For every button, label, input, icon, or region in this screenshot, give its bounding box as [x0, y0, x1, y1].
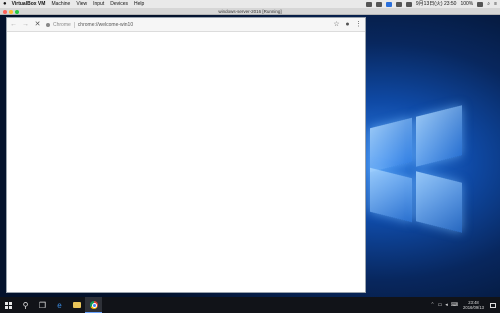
start-icon	[5, 301, 12, 309]
minimize-icon[interactable]	[9, 9, 13, 14]
search-icon[interactable]: ⚲	[17, 297, 34, 313]
scheme-label: Chrome	[53, 21, 71, 28]
datetime-text[interactable]: 9月13日(火) 23:50	[416, 0, 457, 8]
chrome-window: ← → ✕ Chrome chrome://welcome-win10 ☆ ● …	[6, 17, 366, 293]
menu-machine[interactable]: Machine	[51, 0, 70, 8]
battery-text[interactable]: 100%	[460, 0, 473, 8]
menu-devices[interactable]: Devices	[110, 0, 128, 8]
tray-chevron-icon[interactable]: ⌃	[430, 302, 434, 308]
spotlight-icon[interactable]: ⌕	[487, 0, 490, 8]
menu-help[interactable]: Help	[134, 0, 144, 8]
menu-view[interactable]: View	[76, 0, 87, 8]
zoom-icon[interactable]	[15, 9, 19, 14]
address-bar[interactable]: Chrome chrome://welcome-win10	[46, 20, 328, 29]
page-content[interactable]	[7, 32, 365, 292]
battery-icon[interactable]	[477, 1, 484, 7]
account-icon[interactable]: ●	[344, 21, 351, 28]
menu-list-icon[interactable]: ≡	[494, 0, 497, 8]
vm-window-title: windows-server-2016 [Running]	[218, 9, 282, 14]
omnibox-divider	[73, 21, 75, 28]
edge-icon[interactable]: e	[51, 297, 68, 313]
clock-date: 2016/09/13	[463, 305, 484, 310]
vm-window-titlebar: windows-server-2016 [Running]	[0, 8, 500, 15]
page-info-icon[interactable]	[46, 22, 50, 27]
menu-icon[interactable]: ⋮	[355, 21, 362, 28]
back-icon[interactable]: ←	[10, 21, 17, 28]
start-button[interactable]	[0, 297, 17, 313]
volume-icon[interactable]	[405, 1, 412, 7]
keyboard-icon[interactable]: ⌨	[451, 302, 458, 308]
forward-icon[interactable]: →	[22, 21, 29, 28]
apple-icon[interactable]: ●	[3, 0, 7, 8]
chrome-taskbar-button[interactable]	[85, 297, 102, 313]
menu-input[interactable]: Input	[93, 0, 104, 8]
stop-icon[interactable]: ✕	[34, 21, 41, 28]
network-icon[interactable]: ▭	[438, 302, 443, 308]
star-icon[interactable]: ☆	[333, 21, 340, 28]
volume-icon[interactable]: ◂	[445, 302, 448, 308]
mac-status-area: 9月13日(火) 23:50 100% ⌕ ≡	[365, 0, 497, 8]
task-view-icon[interactable]: ❐	[34, 297, 51, 313]
close-icon[interactable]	[3, 9, 7, 14]
wifi-icon[interactable]	[395, 1, 402, 7]
system-tray: ⌃ ▭ ◂ ⌨ 23:48 2016/09/13	[430, 297, 496, 313]
url-text[interactable]: chrome://welcome-win10	[78, 22, 133, 28]
notifications-icon[interactable]	[490, 302, 496, 308]
windows-wallpaper-logo	[368, 105, 464, 245]
status-icon[interactable]	[385, 1, 392, 7]
menu-app-name[interactable]: VirtualBox VM	[12, 0, 46, 8]
status-icon[interactable]	[365, 1, 372, 7]
windows-taskbar: ⚲ ❐ e ⌃ ▭ ◂ ⌨ 23:48 2016/09/13	[0, 297, 500, 313]
chrome-icon	[89, 300, 98, 309]
file-explorer-icon[interactable]	[68, 297, 85, 313]
toolbar-actions: ☆ ● ⋮	[333, 21, 362, 28]
window-controls	[3, 9, 19, 14]
mac-menubar: ● VirtualBox VM Machine View Input Devic…	[0, 0, 500, 8]
browser-toolbar: ← → ✕ Chrome chrome://welcome-win10 ☆ ● …	[7, 18, 365, 32]
taskbar-clock[interactable]: 23:48 2016/09/13	[463, 300, 484, 310]
status-icon[interactable]	[375, 1, 382, 7]
